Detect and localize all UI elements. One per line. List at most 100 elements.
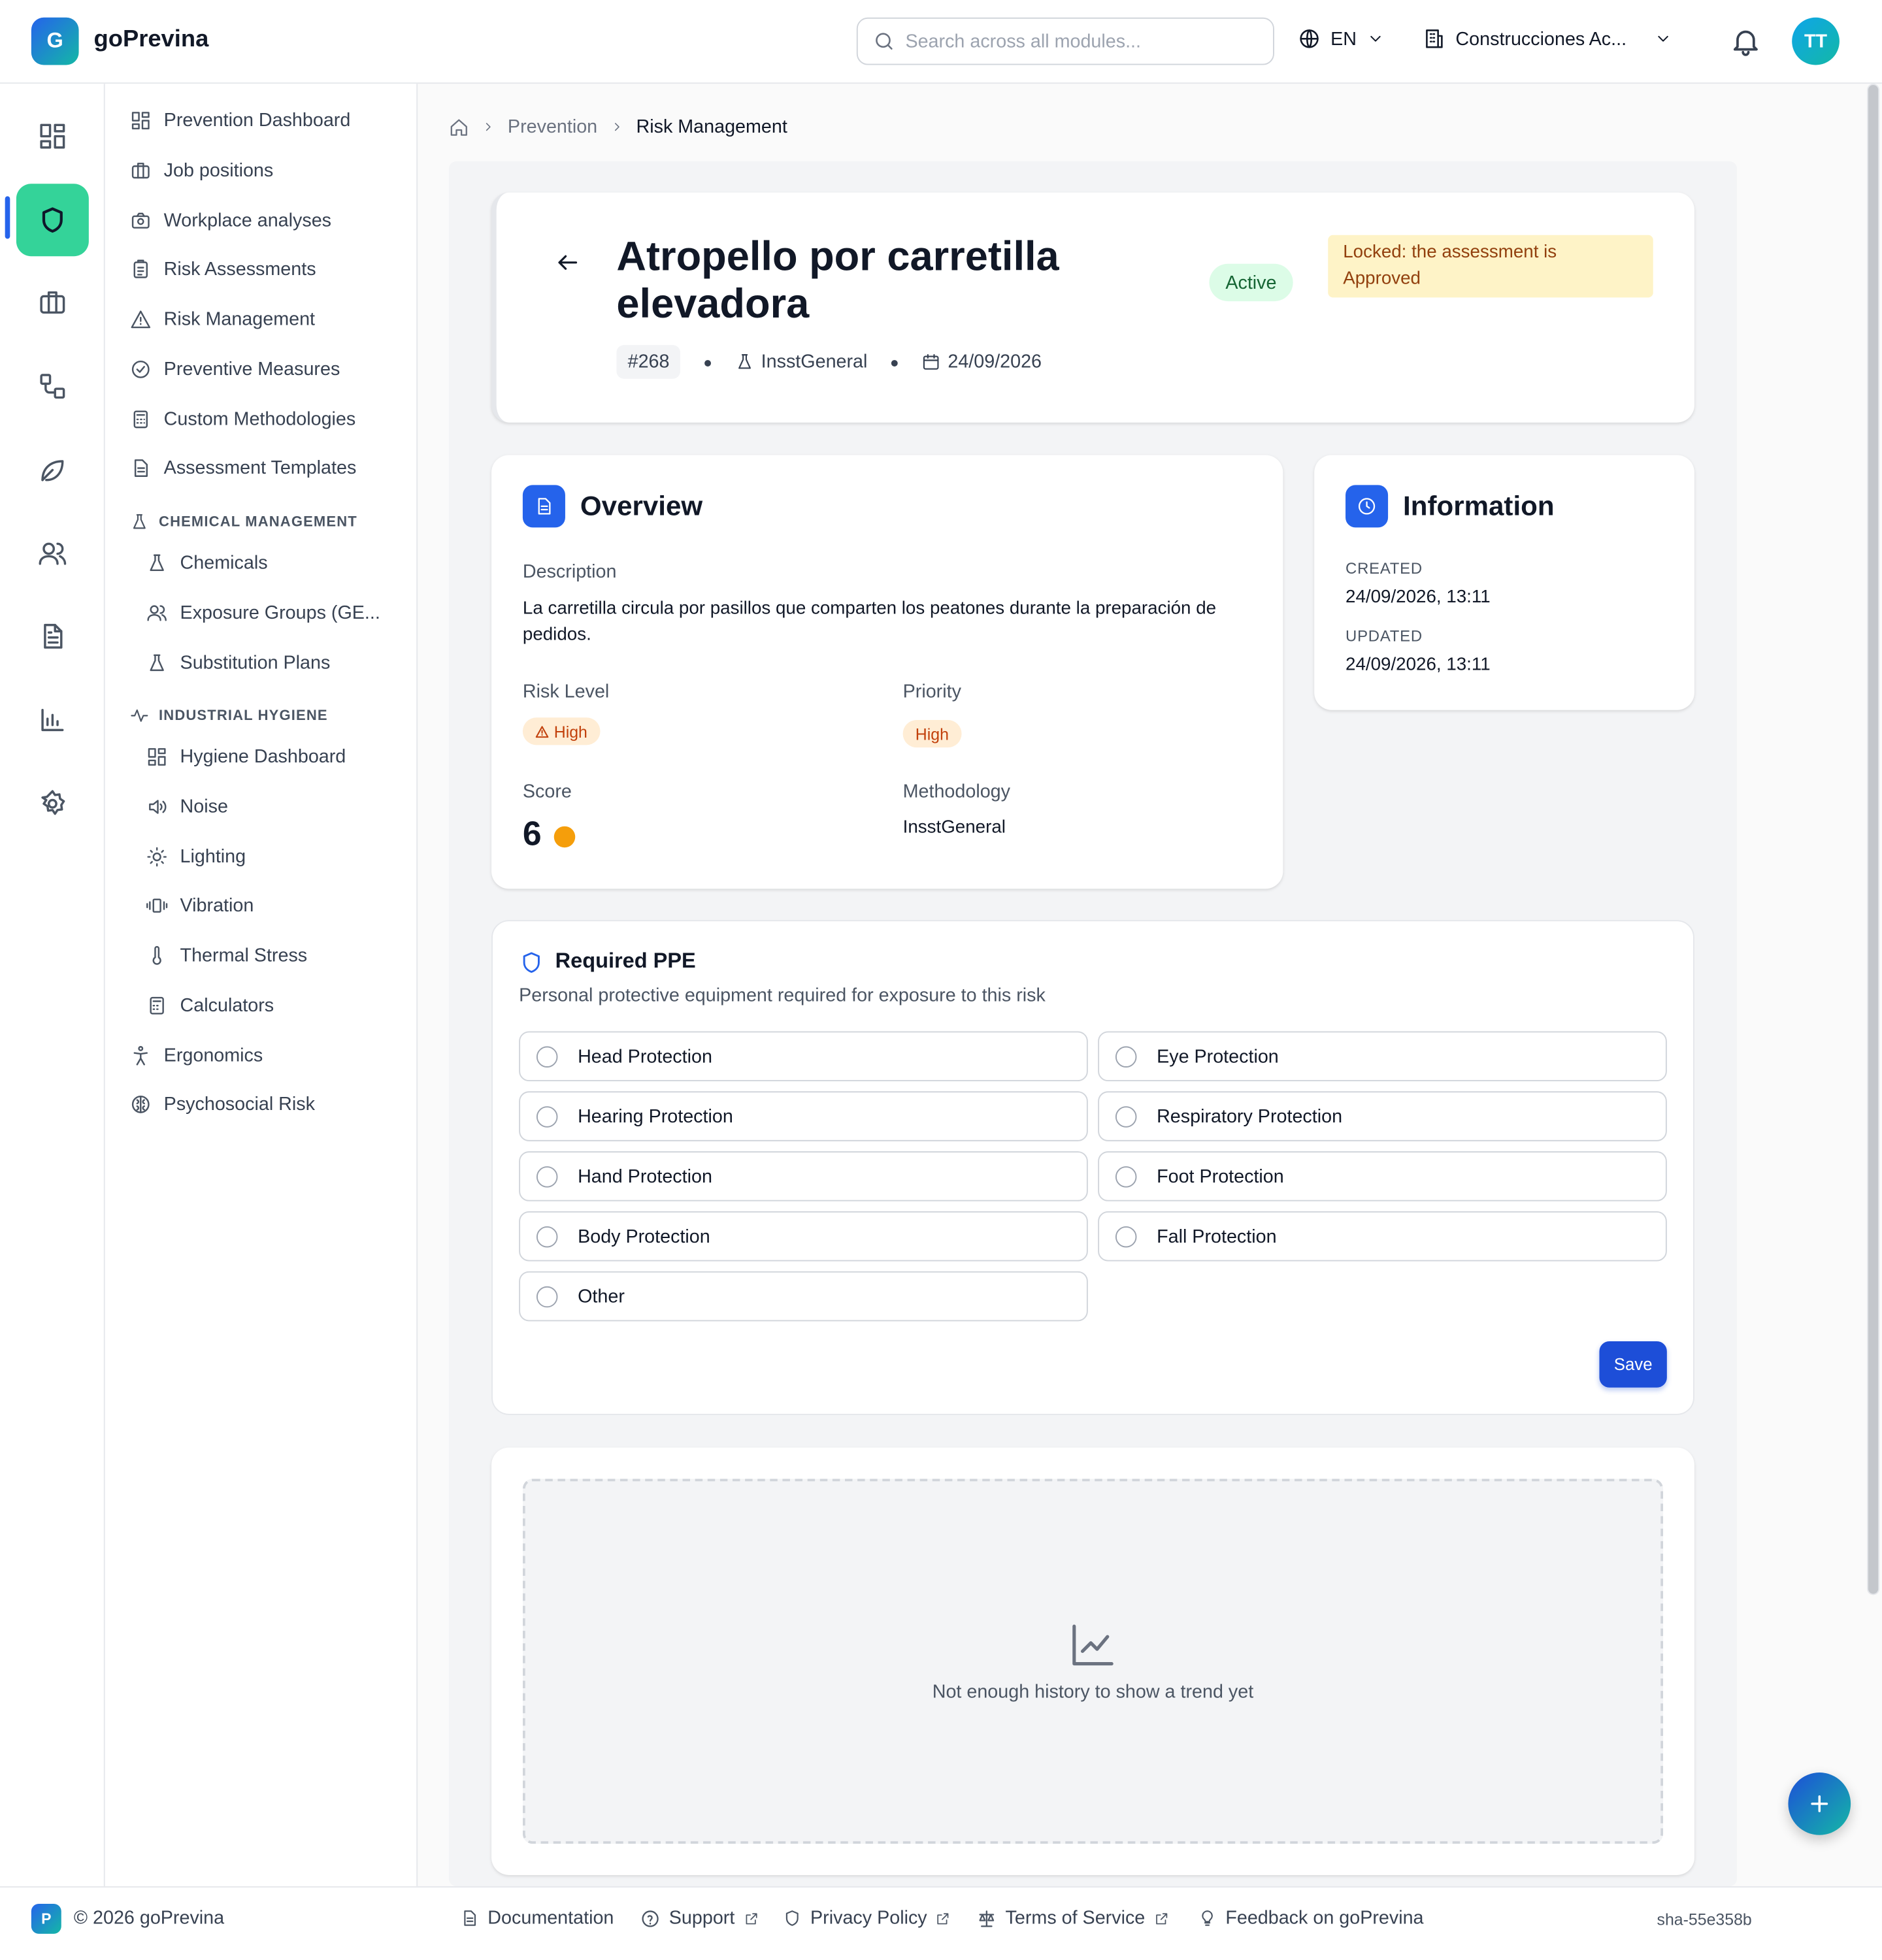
language-selector[interactable]: EN [1298,27,1384,50]
help-circle-icon [642,1910,659,1927]
scrollbar-thumb[interactable] [1868,85,1879,1594]
nav-assessment-templates[interactable]: Assessment Templates [130,457,356,479]
radio-button[interactable] [536,1045,558,1068]
risk-level-badge: High [522,717,601,745]
nav-substitution-plans[interactable]: Substitution Plans [146,653,330,674]
radio-button[interactable] [536,1105,558,1127]
rail-people[interactable] [16,517,89,590]
radio-button[interactable] [1115,1105,1137,1127]
nav-risk-management[interactable]: Risk Management [130,308,316,331]
ppe-option-hand[interactable]: Hand Protection [519,1151,1088,1201]
nav-label: Vibration [180,894,254,917]
footer-link-feedback[interactable]: Feedback on goPrevina [1198,1908,1424,1929]
nav-custom-methodologies[interactable]: Custom Methodologies [130,409,355,430]
global-search[interactable] [856,17,1274,65]
nav-workplace-analyses[interactable]: Workplace analyses [130,210,331,231]
nav-label: Hygiene Dashboard [180,746,346,768]
nav-noise[interactable]: Noise [146,796,228,817]
nav-preventive-measures[interactable]: Preventive Measures [130,359,340,380]
footer-link-label: Terms of Service [1005,1907,1146,1929]
radio-button[interactable] [1115,1045,1137,1068]
nav-heading-chemical[interactable]: CHEMICAL MANAGEMENT [130,512,357,531]
footer-link-label: Documentation [487,1907,614,1929]
nav-lighting[interactable]: Lighting [146,846,246,868]
radio-button[interactable] [536,1166,558,1187]
app-root: G goPrevina EN Construcciones Ac... TT [0,0,1882,1960]
methodology-text: InsstGeneral [761,351,868,373]
ppe-option-label: Other [578,1285,625,1307]
date-text: 24/09/2026 [948,351,1042,373]
radio-button[interactable] [1115,1166,1137,1187]
nav-label: Psychosocial Risk [163,1094,315,1115]
nav-calculators[interactable]: Calculators [146,995,274,1017]
rail-prevention[interactable] [16,184,89,257]
footer-link-terms[interactable]: Terms of Service [977,1908,1169,1929]
nav-psychosocial-risk[interactable]: Psychosocial Risk [130,1094,315,1115]
nav-label: Risk Management [163,308,316,331]
document-icon [44,623,63,649]
nav-vibration[interactable]: Vibration [146,894,254,917]
warning-icon [131,310,151,329]
company-name: Construcciones Ac... [1455,28,1627,50]
nav-ergonomics[interactable]: Ergonomics [130,1045,263,1066]
search-input[interactable] [905,30,1244,52]
calculator-icon [150,996,164,1015]
activity-icon [131,709,148,722]
ppe-option-hearing[interactable]: Hearing Protection [519,1091,1088,1141]
building-icon [1426,29,1443,48]
risk-level-value: High [553,721,587,741]
nav-chemicals[interactable]: Chemicals [146,553,268,574]
rail-environment[interactable] [16,434,89,506]
ppe-option-other[interactable]: Other [519,1271,1088,1322]
nav-prevention-dashboard[interactable]: Prevention Dashboard [130,110,350,131]
footer-link-documentation[interactable]: Documentation [460,1908,614,1929]
breadcrumb-prevention[interactable]: Prevention [508,116,597,138]
back-button[interactable] [555,250,580,275]
ppe-option-head[interactable]: Head Protection [519,1031,1088,1082]
save-button[interactable]: Save [1599,1341,1667,1388]
nav-heading-label: CHEMICAL MANAGEMENT [159,514,357,530]
nav-job-positions[interactable]: Job positions [130,160,273,181]
score-label: Score [522,781,572,803]
nav-thermal-stress[interactable]: Thermal Stress [146,945,307,966]
footer-link-support[interactable]: Support [640,1908,759,1929]
clipboard-icon [133,259,148,278]
home-icon[interactable] [449,117,469,137]
radio-button[interactable] [536,1285,558,1307]
ppe-option-body[interactable]: Body Protection [519,1211,1088,1262]
description-text: La carretilla circula por pasillos que c… [522,598,1217,645]
workflow-icon [40,374,65,399]
ppe-option-respiratory[interactable]: Respiratory Protection [1098,1091,1667,1141]
rail-briefcase[interactable] [16,267,89,339]
rail-active-indicator [5,196,10,239]
nav-risk-assessments[interactable]: Risk Assessments [130,259,316,280]
rail-reports[interactable] [16,684,89,757]
rail-dashboard[interactable] [16,100,89,172]
priority-label: Priority [902,681,961,703]
radio-button[interactable] [536,1225,558,1247]
ppe-option-eye[interactable]: Eye Protection [1098,1031,1667,1082]
ppe-option-label: Hand Protection [578,1166,712,1187]
nav-heading-hygiene[interactable]: INDUSTRIAL HYGIENE [130,706,328,725]
notifications-button[interactable] [1730,25,1762,57]
footer-link-privacy[interactable]: Privacy Policy [783,1908,951,1929]
ppe-option-fall[interactable]: Fall Protection [1098,1211,1667,1262]
thermometer-icon [152,946,161,965]
app-logo[interactable]: G [31,17,79,65]
radio-button[interactable] [1115,1225,1137,1247]
search-icon [876,33,893,50]
app-name[interactable]: goPrevina [94,26,209,54]
rail-documents[interactable] [16,600,89,672]
add-button[interactable] [1788,1772,1851,1835]
top-bar: G goPrevina EN Construcciones Ac... TT [0,0,1882,84]
copyright-text: © 2026 goPrevina [73,1907,225,1929]
nav-hygiene-dashboard[interactable]: Hygiene Dashboard [146,746,346,768]
company-selector[interactable]: Construcciones Ac... [1423,27,1672,50]
ppe-option-foot[interactable]: Foot Protection [1098,1151,1667,1201]
build-version: sha-55e358b [1657,1910,1752,1929]
rail-settings[interactable] [16,768,89,840]
user-avatar[interactable]: TT [1792,17,1840,65]
nav-label: Risk Assessments [163,259,316,280]
nav-exposure-groups[interactable]: Exposure Groups (GE... [146,602,380,624]
rail-workflow[interactable] [16,350,89,423]
